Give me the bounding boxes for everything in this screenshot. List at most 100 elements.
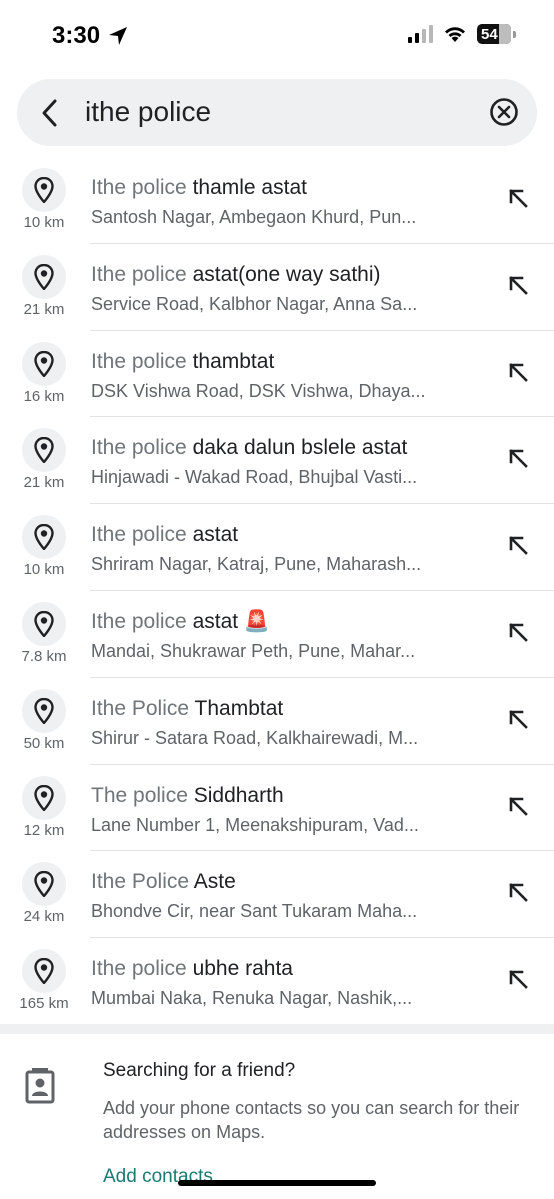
suggestion-rest-part: Thambtat bbox=[189, 696, 284, 720]
suggestion-query-part: Ithe police bbox=[91, 957, 187, 981]
location-pin-icon bbox=[22, 341, 66, 386]
fill-query-arrow-icon[interactable] bbox=[508, 796, 530, 818]
suggestion-row[interactable]: 21 km Ithe police astat(one way sathi) S… bbox=[0, 244, 554, 331]
back-arrow-icon[interactable] bbox=[39, 98, 61, 128]
suggestion-query-part: Ithe police bbox=[91, 523, 187, 547]
status-indicators: 54 bbox=[408, 24, 516, 44]
suggestion-row[interactable]: 21 km Ithe police daka dalun bslele asta… bbox=[0, 417, 554, 505]
distance-label: 7.8 km bbox=[21, 647, 67, 665]
suggestion-rest-part: astat(one way sathi) bbox=[186, 262, 381, 286]
fill-query-arrow-icon[interactable] bbox=[508, 882, 530, 904]
suggestion-query-part: Ithe Police bbox=[91, 870, 190, 894]
friend-card-title: Searching for a friend? bbox=[103, 1060, 296, 1081]
suggestion-address: Bhondve Cir, near Sant Tukaram Maha... bbox=[91, 901, 418, 922]
status-time: 3:30 bbox=[52, 22, 101, 49]
fill-query-arrow-icon[interactable] bbox=[508, 188, 530, 210]
suggestion-rest-part: Aste bbox=[189, 870, 236, 894]
suggestions-list: 10 km Ithe police thamle astat Santosh N… bbox=[0, 157, 554, 1025]
location-pin-icon bbox=[22, 949, 66, 994]
friend-card-description: Add your phone contacts so you can searc… bbox=[103, 1098, 520, 1142]
suggestion-query-part: Ithe police bbox=[91, 262, 187, 286]
suggestion-rest-part: astat bbox=[186, 523, 239, 547]
suggestion-row[interactable]: 165 km Ithe police ubhe rahta Mumbai Nak… bbox=[0, 938, 554, 1025]
suggestion-query-part: Ithe Police bbox=[91, 696, 190, 720]
distance-label: 10 km bbox=[23, 561, 65, 579]
location-pin-icon bbox=[22, 601, 66, 646]
distance-label: 10 km bbox=[23, 214, 65, 231]
suggestion-title: Ithe police thambtat bbox=[91, 350, 274, 374]
battery-level: 54 bbox=[481, 25, 498, 43]
suggestion-query-part: Ithe police bbox=[91, 609, 187, 633]
suggestion-rest-part: ubhe rahta bbox=[186, 957, 293, 981]
distance-label: 50 km bbox=[23, 734, 65, 752]
suggestion-address: Santosh Nagar, Ambegaon Khurd, Pun... bbox=[91, 207, 417, 227]
suggestion-title: Ithe Police Aste bbox=[91, 870, 236, 894]
fill-query-arrow-icon[interactable] bbox=[508, 709, 530, 731]
suggestion-title: Ithe police thamle astat bbox=[91, 176, 307, 200]
distance-label: 21 km bbox=[23, 300, 65, 318]
suggestion-title: Ithe police astat(one way sathi) bbox=[91, 263, 381, 287]
wifi-icon bbox=[445, 27, 465, 42]
suggestion-title: The police Siddharth bbox=[91, 784, 284, 808]
distance-label: 21 km bbox=[23, 474, 65, 492]
suggestion-row[interactable]: 10 km Ithe police thamle astat Santosh N… bbox=[0, 157, 554, 244]
clear-circle-x-icon[interactable] bbox=[489, 97, 519, 127]
status-bar: 3:30 54 bbox=[0, 0, 554, 74]
suggestion-address: Hinjawadi - Wakad Road, Bhujbal Vasti... bbox=[91, 467, 418, 488]
suggestion-rest-part: thamle astat bbox=[186, 176, 307, 199]
suggestion-address: Mumbai Naka, Renuka Nagar, Nashik,... bbox=[91, 988, 413, 1009]
location-services-icon bbox=[109, 27, 127, 45]
search-bar[interactable]: ithe police bbox=[17, 79, 537, 146]
cellular-signal-icon bbox=[408, 25, 433, 43]
suggestion-address: DSK Vishwa Road, DSK Vishwa, Dhaya... bbox=[91, 380, 426, 401]
suggestion-query-part: Ithe police bbox=[91, 436, 187, 460]
battery-nub bbox=[513, 30, 516, 38]
contact-card-icon bbox=[25, 1068, 55, 1104]
location-pin-icon bbox=[22, 775, 66, 820]
search-input[interactable]: ithe police bbox=[85, 96, 211, 128]
fill-query-arrow-icon[interactable] bbox=[508, 535, 530, 557]
suggestion-address: Mandai, Shukrawar Peth, Pune, Mahar... bbox=[91, 640, 416, 661]
distance-label: 24 km bbox=[23, 908, 65, 926]
battery-icon: 54 bbox=[477, 24, 511, 44]
suggestion-title: Ithe police ubhe rahta bbox=[91, 957, 293, 981]
suggestion-row[interactable]: 12 km The police Siddharth Lane Number 1… bbox=[0, 765, 554, 852]
suggestion-title: Ithe police astat 🚨 bbox=[91, 610, 270, 634]
fill-query-arrow-icon[interactable] bbox=[508, 448, 530, 470]
distance-label: 12 km bbox=[23, 821, 65, 839]
suggestion-address: Shriram Nagar, Katraj, Pune, Maharash... bbox=[91, 554, 422, 575]
suggestion-row[interactable]: 16 km Ithe police thambtat DSK Vishwa Ro… bbox=[0, 331, 554, 418]
location-pin-icon bbox=[22, 168, 66, 212]
suggestion-title: Ithe police astat bbox=[91, 523, 238, 547]
suggestion-rest-part: daka dalun bslele astat bbox=[186, 436, 408, 460]
suggestion-rest-part: thambtat bbox=[186, 349, 275, 373]
suggestion-address: Lane Number 1, Meenakshipuram, Vad... bbox=[91, 814, 419, 835]
suggestion-query-part: Ithe police bbox=[91, 349, 187, 373]
section-divider bbox=[0, 1024, 554, 1034]
suggestion-title: Ithe police daka dalun bslele astat bbox=[91, 436, 407, 460]
location-pin-icon bbox=[22, 515, 66, 560]
suggestion-title: Ithe Police Thambtat bbox=[91, 697, 283, 721]
distance-label: 165 km bbox=[19, 995, 69, 1013]
suggestion-row[interactable]: 10 km Ithe police astat Shriram Nagar, K… bbox=[0, 504, 554, 591]
location-pin-icon bbox=[22, 428, 66, 473]
friend-search-card: Searching for a friend? Add your phone c… bbox=[0, 1034, 554, 1199]
suggestion-address: Shirur - Satara Road, Kalkhairewadi, M..… bbox=[91, 727, 419, 748]
suggestion-row[interactable]: 7.8 km Ithe police astat 🚨 Mandai, Shukr… bbox=[0, 591, 554, 678]
suggestion-query-part: The police bbox=[91, 783, 188, 807]
location-pin-icon bbox=[22, 688, 66, 733]
suggestion-query-part: Ithe police bbox=[91, 176, 187, 199]
suggestion-row[interactable]: 50 km Ithe Police Thambtat Shirur - Sata… bbox=[0, 678, 554, 765]
suggestion-rest-part: Siddharth bbox=[187, 783, 284, 807]
suggestion-rest-part: astat 🚨 bbox=[186, 609, 271, 633]
location-pin-icon bbox=[22, 862, 66, 907]
fill-query-arrow-icon[interactable] bbox=[508, 362, 530, 384]
suggestion-row[interactable]: 24 km Ithe Police Aste Bhondve Cir, near… bbox=[0, 851, 554, 939]
suggestion-address: Service Road, Kalbhor Nagar, Anna Sa... bbox=[91, 293, 418, 314]
fill-query-arrow-icon[interactable] bbox=[508, 969, 530, 991]
distance-label: 16 km bbox=[23, 387, 65, 405]
fill-query-arrow-icon[interactable] bbox=[508, 622, 530, 644]
fill-query-arrow-icon[interactable] bbox=[508, 275, 530, 297]
home-indicator[interactable] bbox=[178, 1180, 376, 1186]
location-pin-icon bbox=[22, 254, 66, 299]
